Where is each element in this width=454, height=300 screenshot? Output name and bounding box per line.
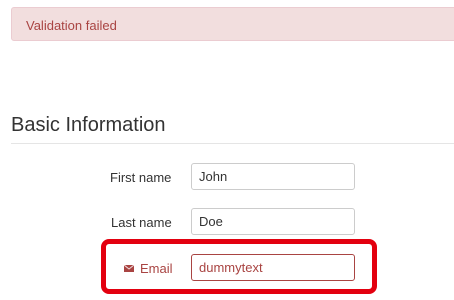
alert-message: Validation failed — [26, 18, 117, 33]
validation-alert: Validation failed — [11, 7, 454, 41]
first-name-field[interactable] — [191, 163, 355, 190]
last-name-field[interactable] — [191, 208, 355, 235]
section-divider — [11, 143, 454, 144]
section-title: Basic Information — [11, 114, 166, 136]
last-name-label: Last name — [111, 215, 172, 230]
error-highlight-box — [101, 239, 377, 294]
page: Validation failed Basic Information Firs… — [0, 0, 454, 300]
first-name-label: First name — [110, 170, 172, 185]
